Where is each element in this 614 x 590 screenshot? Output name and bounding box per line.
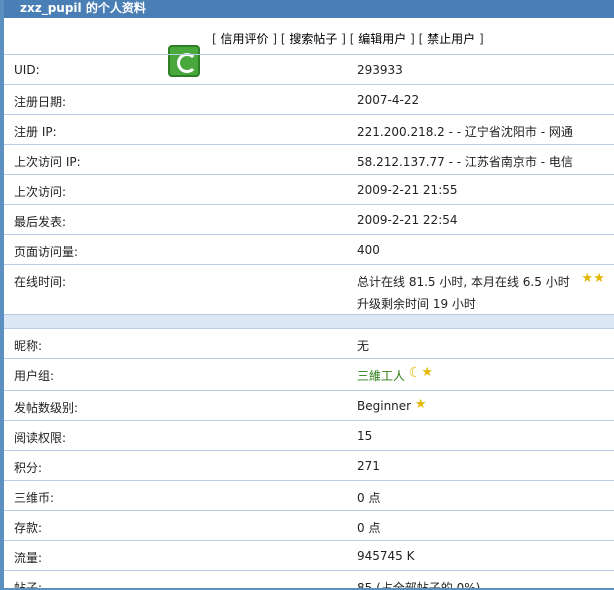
ban-user-link[interactable]: 禁止用户 — [427, 32, 475, 46]
register-date-value: 2007-4-22 — [357, 93, 420, 107]
last-visit-label: 上次访问: — [14, 185, 67, 199]
row-currency: 三维币: 0 点 — [4, 480, 614, 510]
section-divider — [4, 314, 614, 328]
user-group-text: 三維工人 — [357, 369, 406, 383]
points-label: 积分: — [14, 461, 43, 475]
read-permission-label: 阅读权限: — [14, 431, 67, 445]
currency-value: 0 点 — [357, 491, 381, 505]
row-last-ip: 上次访问 IP: 58.212.137.77 - - 江苏省南京市 - 电信 — [4, 144, 614, 174]
row-read-permission: 阅读权限: 15 — [4, 420, 614, 450]
star-icon: ★ — [421, 365, 434, 380]
search-posts-link[interactable]: 搜索帖子 — [289, 32, 337, 46]
row-register-date: 注册日期: 2007-4-22 — [4, 84, 614, 114]
nickname-value: 无 — [357, 339, 370, 353]
posts-value: 85 (占全部帖子的 0%) — [357, 581, 481, 588]
nickname-label: 昵称: — [14, 339, 43, 353]
edit-user-link[interactable]: 编辑用户 — [358, 32, 406, 46]
register-date-label: 注册日期: — [14, 95, 67, 109]
posts-label: 帖子: — [14, 581, 43, 588]
row-register-ip: 注册 IP: 221.200.218.2 - - 辽宁省沈阳市 - 网通 — [4, 114, 614, 144]
row-deposit: 存款: 0 点 — [4, 510, 614, 540]
row-last-visit: 上次访问: 2009-2-21 21:55 — [4, 174, 614, 204]
deposit-value: 0 点 — [357, 521, 381, 535]
traffic-label: 流量: — [14, 551, 43, 565]
row-points: 积分: 271 — [4, 450, 614, 480]
register-ip-value: 221.200.218.2 - - 辽宁省沈阳市 - 网通 — [357, 125, 573, 139]
points-value: 271 — [357, 459, 380, 473]
deposit-label: 存款: — [14, 521, 43, 535]
action-bar: [ 信用评价 ] [ 搜索帖子 ] [ 编辑用户 ] [ 禁止用户 ] — [4, 18, 614, 54]
profile-title: zxz_pupil 的个人资料 — [20, 1, 146, 15]
traffic-value: 945745 K — [357, 549, 415, 563]
row-last-post: 最后发表: 2009-2-21 22:54 — [4, 204, 614, 234]
last-ip-label: 上次访问 IP: — [14, 155, 81, 169]
row-uid: UID: 293933 — [4, 54, 614, 84]
last-post-value: 2009-2-21 22:54 — [357, 213, 458, 227]
uid-label: UID: — [14, 63, 40, 77]
row-page-views: 页面访问量: 400 — [4, 234, 614, 264]
post-level-value: Beginner ★ — [357, 397, 427, 413]
register-ip-label: 注册 IP: — [14, 125, 57, 139]
row-online-time: 在线时间: 总计在线 81.5 小时, 本月在线 6.5 小时 ★★ 升级剩余时… — [4, 264, 614, 314]
read-permission-value: 15 — [357, 429, 373, 443]
user-group-value: 三維工人 ☾★ — [357, 365, 434, 384]
last-visit-value: 2009-2-21 21:55 — [357, 183, 458, 197]
user-group-label: 用户组: — [14, 369, 55, 383]
star-icon: ★ — [581, 271, 594, 286]
profile-header: zxz_pupil 的个人资料 — [4, 0, 614, 18]
moon-icon: ☾ — [408, 365, 422, 381]
online-time-text: 总计在线 81.5 小时, 本月在线 6.5 小时 — [357, 275, 570, 289]
row-post-level: 发帖数级别: Beginner ★ — [4, 390, 614, 420]
row-user-group: 用户组: 三維工人 ☾★ — [4, 358, 614, 390]
row-posts: 帖子: 85 (占全部帖子的 0%) — [4, 570, 614, 588]
post-level-label: 发帖数级别: — [14, 401, 79, 415]
upgrade-remaining-text: 升级剩余时间 19 小时 — [357, 297, 476, 311]
last-post-label: 最后发表: — [14, 215, 67, 229]
uid-value: 293933 — [357, 63, 403, 77]
page-views-label: 页面访问量: — [14, 245, 79, 259]
currency-label: 三维币: — [14, 491, 55, 505]
online-time-label: 在线时间: — [14, 275, 67, 289]
online-time-value: 总计在线 81.5 小时, 本月在线 6.5 小时 ★★ 升级剩余时间 19 小… — [357, 271, 605, 312]
last-ip-value: 58.212.137.77 - - 江苏省南京市 - 电信 — [357, 155, 573, 169]
row-traffic: 流量: 945745 K — [4, 540, 614, 570]
row-nickname: 昵称: 无 — [4, 328, 614, 358]
post-level-text: Beginner — [357, 399, 412, 413]
star-icon: ★ — [414, 397, 427, 412]
credit-rating-link[interactable]: 信用评价 — [221, 32, 269, 46]
star-icon: ★ — [593, 271, 605, 286]
page-views-value: 400 — [357, 243, 380, 257]
